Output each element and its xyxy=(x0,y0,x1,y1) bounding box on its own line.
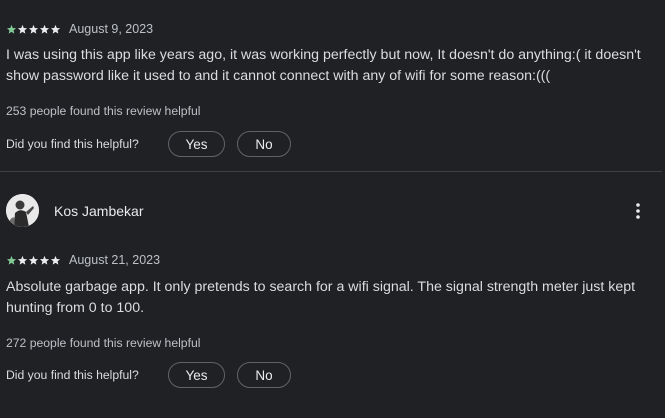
more-vert-icon xyxy=(636,203,640,219)
review-divider xyxy=(0,171,662,172)
star-icon xyxy=(6,255,17,266)
star-icon xyxy=(39,24,50,35)
helpful-feedback-row: Did you find this helpful? Yes No xyxy=(6,131,291,157)
review-text: Absolute garbage app. It only pretends t… xyxy=(6,279,636,316)
helpful-prompt: Did you find this helpful? xyxy=(6,137,139,151)
star-icon xyxy=(50,24,61,35)
helpful-count: 253 people found this review helpful xyxy=(6,104,201,118)
review-rating-row: August 9, 2023 xyxy=(6,22,153,36)
more-options-button[interactable] xyxy=(629,200,647,222)
review-rating-row: August 21, 2023 xyxy=(6,253,160,267)
helpful-prompt: Did you find this helpful? xyxy=(6,368,139,382)
helpful-feedback-row: Did you find this helpful? Yes No xyxy=(6,362,291,388)
helpful-no-button[interactable]: No xyxy=(237,362,291,388)
star-rating xyxy=(6,24,61,35)
star-icon xyxy=(17,24,28,35)
star-icon xyxy=(39,255,50,266)
avatar xyxy=(6,194,39,227)
star-icon xyxy=(28,255,39,266)
review-date: August 21, 2023 xyxy=(69,253,161,267)
helpful-yes-button[interactable]: Yes xyxy=(168,131,225,157)
star-icon xyxy=(6,24,17,35)
review-author-row: Kos Jambekar xyxy=(6,194,143,227)
star-icon xyxy=(17,255,28,266)
review-date: August 9, 2023 xyxy=(69,22,154,36)
star-icon xyxy=(28,24,39,35)
star-icon xyxy=(50,255,61,266)
helpful-yes-button[interactable]: Yes xyxy=(168,362,225,388)
helpful-count: 272 people found this review helpful xyxy=(6,336,201,350)
star-rating xyxy=(6,255,61,266)
user-photo-avatar-icon xyxy=(6,194,39,227)
review-text: I was using this app like years ago, it … xyxy=(6,47,641,84)
helpful-no-button[interactable]: No xyxy=(237,131,291,157)
author-name: Kos Jambekar xyxy=(54,202,144,219)
